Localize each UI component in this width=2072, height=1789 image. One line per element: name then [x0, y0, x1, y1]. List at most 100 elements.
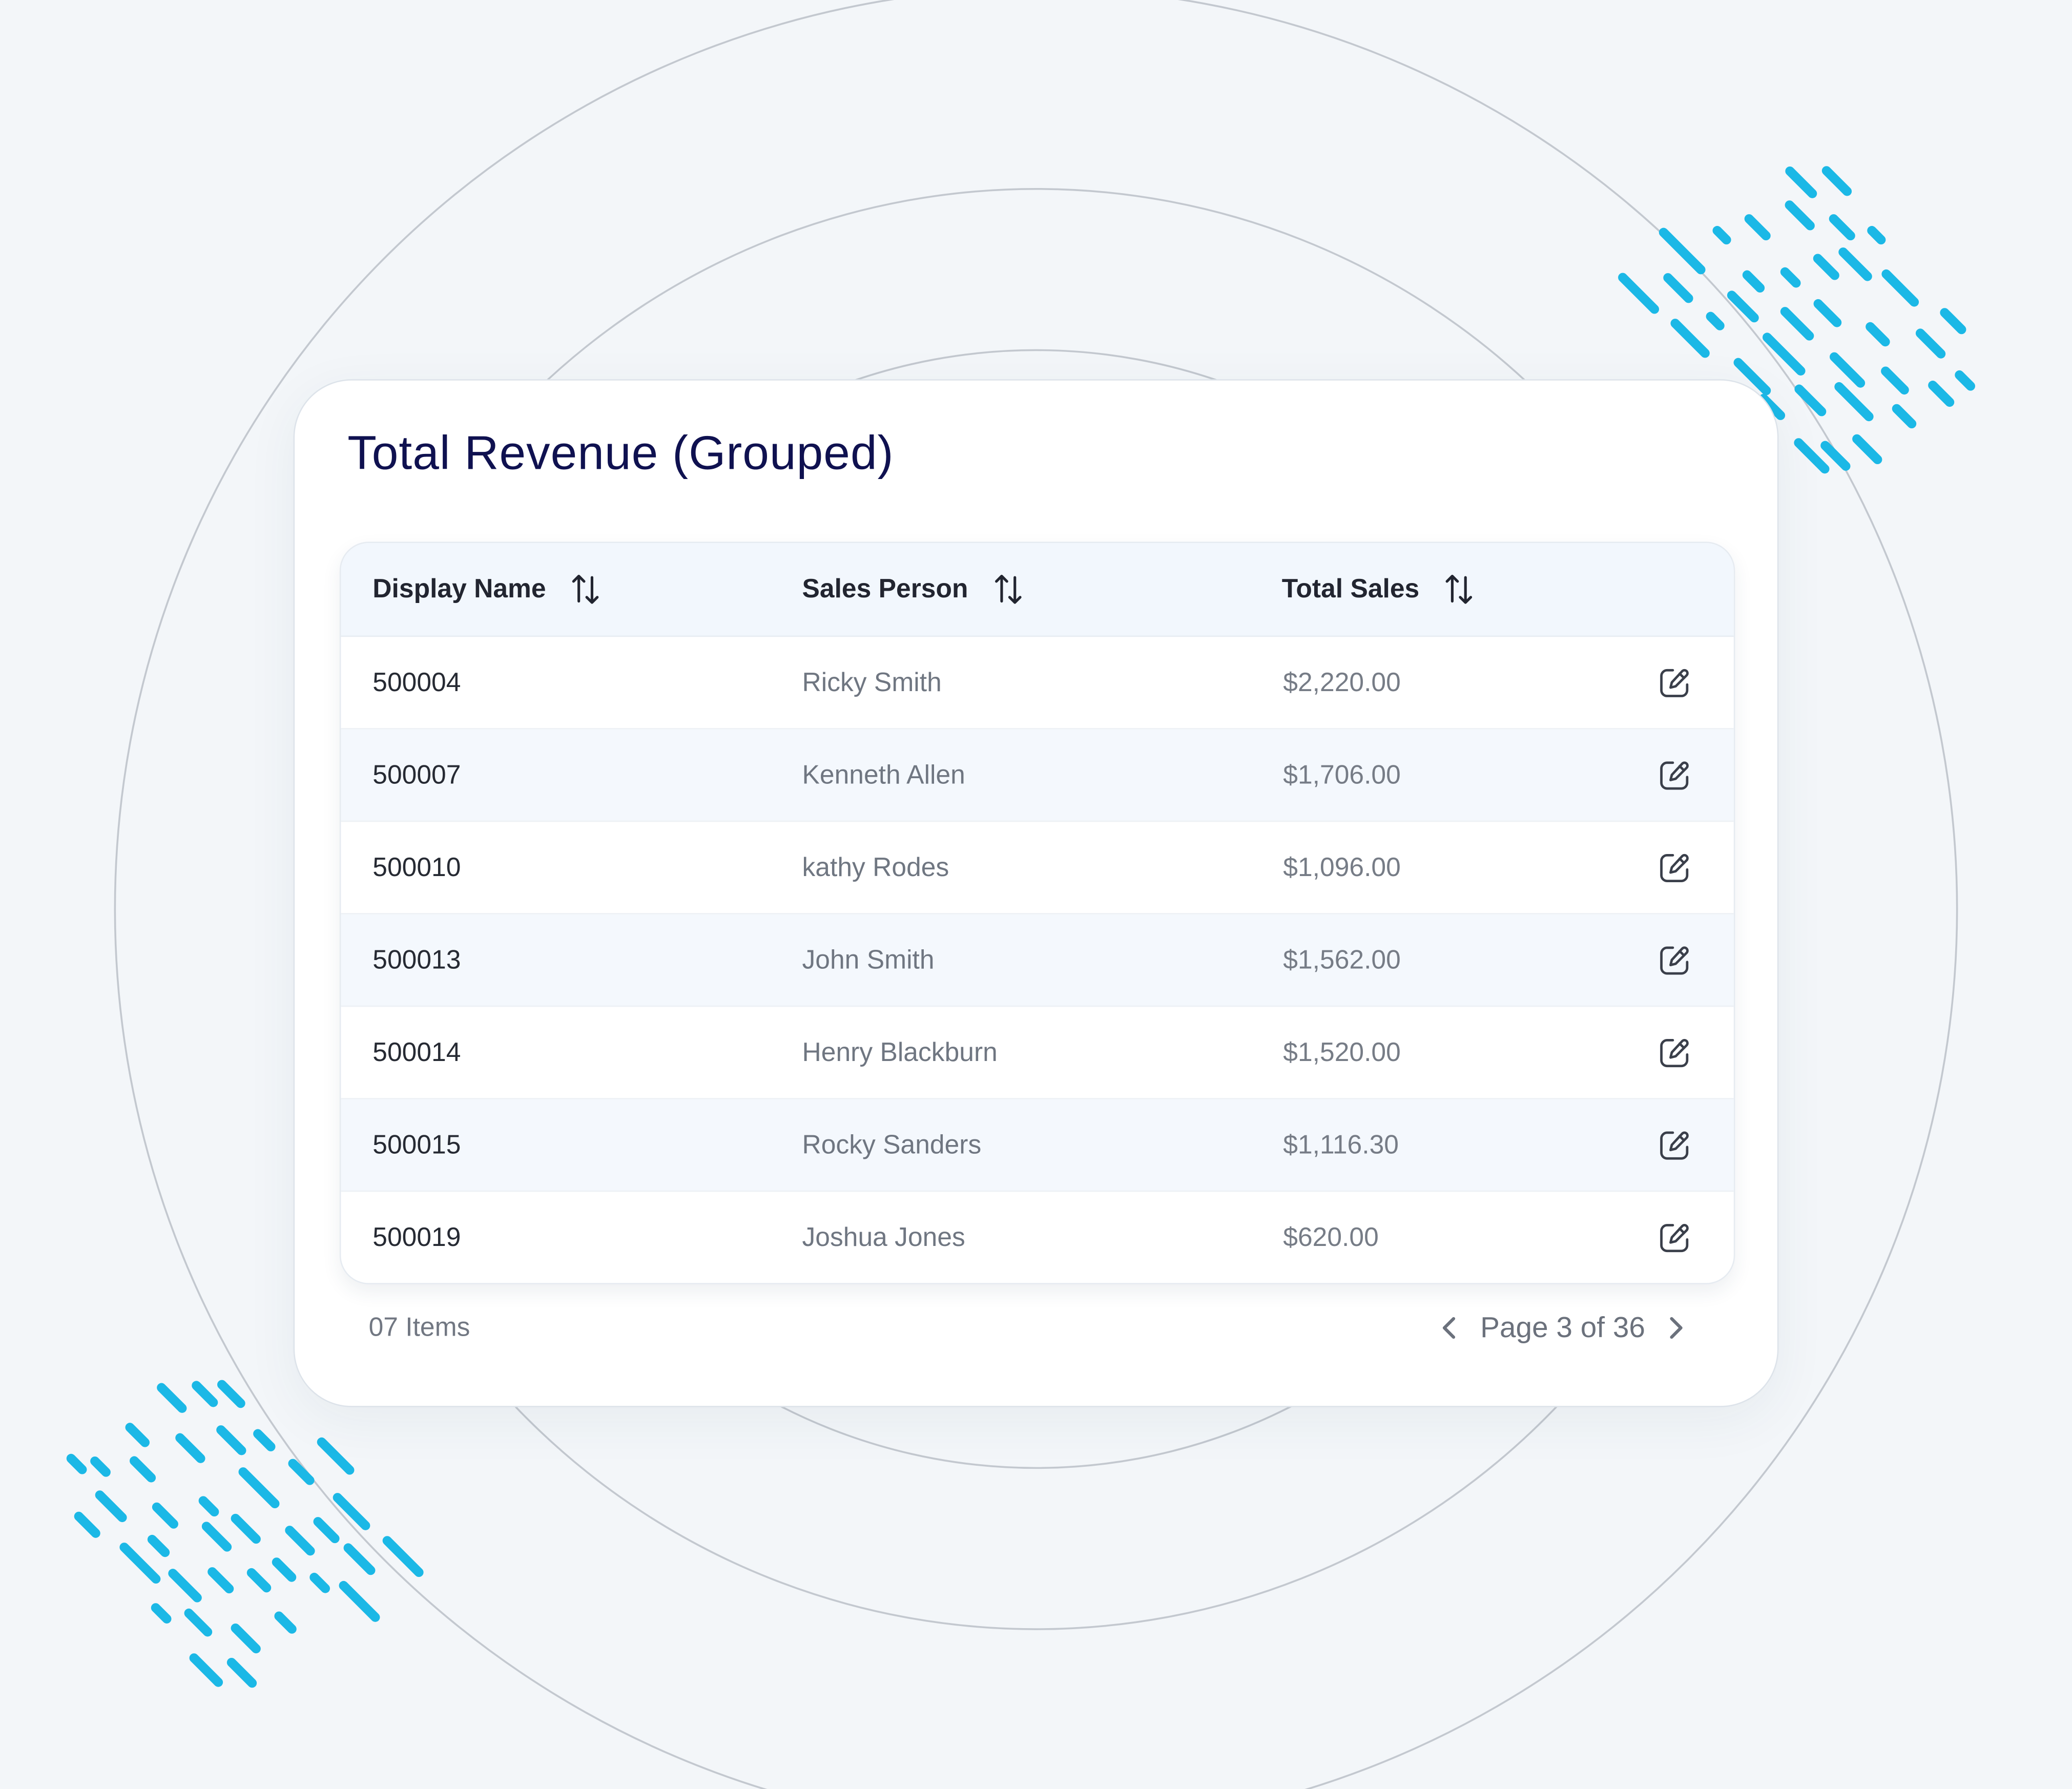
decorative-dash — [1915, 328, 1946, 359]
edit-icon[interactable] — [1652, 914, 1697, 1007]
cell-display-name: 500014 — [372, 1037, 461, 1067]
cell-total-sales: $1,096.00 — [1283, 852, 1401, 882]
decorative-dash — [1780, 307, 1814, 341]
sort-arrows-icon[interactable] — [570, 572, 602, 607]
table-row[interactable]: 500013 John Smith $1,562.00 — [341, 914, 1734, 1007]
cell-display-name: 500015 — [372, 1130, 461, 1160]
table-row[interactable]: 500015 Rocky Sanders $1,116.30 — [341, 1099, 1734, 1192]
decorative-dash — [1820, 441, 1851, 471]
table-header: Display Name Sales Person Total Sales — [341, 543, 1734, 637]
decorative-dash — [201, 1522, 232, 1552]
column-header-total-sales[interactable]: Total Sales — [1282, 543, 1475, 636]
cell-display-name: 500010 — [372, 852, 461, 882]
decorative-dash — [1744, 214, 1771, 241]
cell-total-sales: $1,562.00 — [1283, 945, 1401, 975]
cell-sales-person: Joshua Jones — [802, 1222, 965, 1252]
column-header-sales-person[interactable]: Sales Person — [802, 543, 1024, 636]
decorative-dash — [1838, 247, 1872, 281]
edit-icon[interactable] — [1652, 822, 1697, 914]
decorative-dash — [1794, 384, 1827, 417]
cell-sales-person: kathy Rodes — [802, 852, 949, 882]
decorative-dash — [1852, 434, 1882, 465]
decorative-dash — [1881, 366, 1909, 395]
decorative-dash — [189, 1653, 223, 1687]
edit-icon[interactable] — [1652, 637, 1697, 730]
decorative-dash — [192, 1381, 218, 1407]
decorative-dash — [152, 1502, 178, 1529]
table-row[interactable]: 500019 Joshua Jones $620.00 — [341, 1192, 1733, 1283]
table-row[interactable]: 500010 kathy Rodes $1,096.00 — [341, 822, 1734, 914]
page-indicator: Page 3 of 36 — [1480, 1310, 1645, 1344]
decorative-dash — [208, 1567, 234, 1594]
decorative-dash — [1712, 226, 1731, 245]
cell-display-name: 500007 — [372, 760, 461, 790]
cell-display-name: 500019 — [372, 1222, 461, 1252]
decorative-dash — [313, 1517, 340, 1544]
decorative-dash — [1785, 166, 1817, 198]
column-header-label: Total Sales — [1281, 574, 1420, 604]
column-header-label: Sales Person — [802, 574, 968, 604]
card-title: Total Revenue (Grouped) — [347, 425, 894, 480]
decorative-dash — [343, 1543, 376, 1575]
decorative-dash — [151, 1603, 172, 1624]
cell-sales-person: Rocky Sanders — [802, 1130, 982, 1160]
revenue-card: Total Revenue (Grouped) Display Name Sal… — [293, 379, 1779, 1407]
cell-total-sales: $2,220.00 — [1283, 668, 1401, 697]
decorative-dash — [226, 1657, 257, 1688]
cell-total-sales: $1,706.00 — [1283, 760, 1401, 790]
edit-icon[interactable] — [1652, 1192, 1697, 1283]
decorative-dash — [198, 1496, 219, 1517]
table-row[interactable]: 500007 Kenneth Allen $1,706.00 — [341, 729, 1734, 822]
decorative-dash — [95, 1490, 127, 1523]
sort-arrows-icon[interactable] — [992, 572, 1024, 607]
decorative-dash — [285, 1526, 315, 1556]
decorative-dash — [168, 1569, 202, 1603]
decorative-dash — [1940, 308, 1966, 335]
pagination: Page 3 of 36 — [1433, 1308, 1693, 1347]
decorative-dash — [333, 1493, 370, 1530]
table-row[interactable]: 500014 Henry Blackburn $1,520.00 — [341, 1007, 1734, 1099]
decorative-dash — [1706, 311, 1725, 330]
chevron-right-icon[interactable] — [1659, 1308, 1693, 1347]
decorative-dash — [274, 1611, 297, 1634]
cell-total-sales: $1,116.30 — [1283, 1130, 1399, 1160]
decorative-dash — [1866, 322, 1890, 347]
revenue-table: Display Name Sales Person Total Sales 50… — [339, 542, 1735, 1284]
cell-total-sales: $620.00 — [1283, 1222, 1379, 1252]
decorative-dash — [1785, 200, 1815, 231]
decorative-dash — [1829, 214, 1855, 241]
chevron-left-icon[interactable] — [1433, 1308, 1467, 1347]
edit-icon[interactable] — [1652, 730, 1697, 822]
sort-arrows-icon[interactable] — [1443, 572, 1475, 607]
decorative-dash — [1780, 267, 1801, 288]
decorative-dash — [1670, 319, 1710, 358]
table-row[interactable]: 500004 Ricky Smith $2,220.00 — [341, 637, 1734, 730]
decorative-dash — [1727, 290, 1759, 323]
decorative-dash — [74, 1511, 100, 1538]
dash-pattern-bottom-left — [66, 1380, 424, 1688]
cell-display-name: 500004 — [372, 668, 461, 697]
decorative-dash — [272, 1557, 297, 1582]
decorative-dash — [175, 1433, 205, 1463]
column-header-display-name[interactable]: Display Name — [372, 543, 602, 636]
edit-icon[interactable] — [1652, 1007, 1697, 1099]
decorative-dash — [147, 1534, 170, 1557]
decorative-dash — [125, 1423, 150, 1447]
decorative-dash — [90, 1456, 111, 1477]
cell-sales-person: Kenneth Allen — [802, 760, 965, 790]
decorative-dash — [317, 1437, 355, 1475]
decorative-dash — [1659, 227, 1706, 275]
items-count: 07 Items — [368, 1313, 470, 1343]
decorative-dash — [1881, 269, 1919, 307]
edit-icon[interactable] — [1652, 1099, 1697, 1192]
decorative-dash — [339, 1580, 380, 1622]
decorative-dash — [1834, 382, 1874, 422]
decorative-dash — [1821, 166, 1852, 196]
cell-sales-person: Ricky Smith — [802, 668, 942, 697]
cell-sales-person: Henry Blackburn — [802, 1037, 998, 1067]
decorative-dash — [238, 1467, 280, 1509]
decorative-dash — [288, 1459, 315, 1485]
decorative-dash — [217, 1380, 245, 1408]
decorative-dash — [157, 1383, 187, 1413]
page-canvas: Total Revenue (Grouped) Display Name Sal… — [0, 0, 2072, 1789]
